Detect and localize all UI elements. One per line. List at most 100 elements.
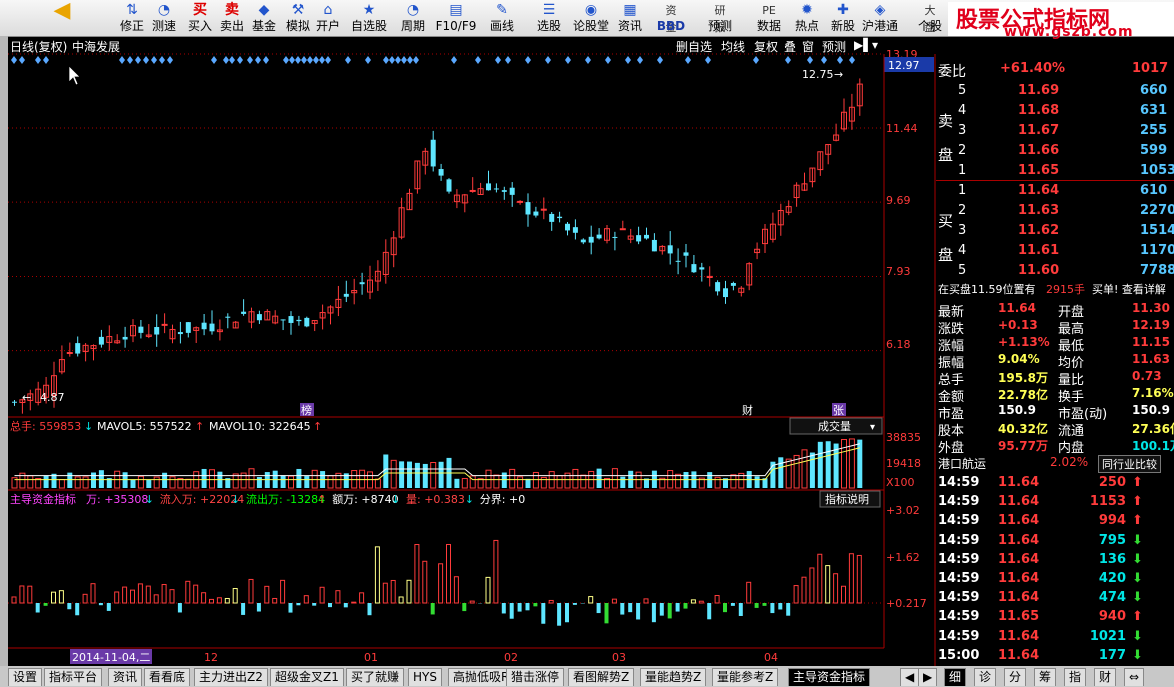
detail-tab[interactable]: 指 <box>1064 668 1087 686</box>
chevron-down-icon[interactable]: ▾ <box>870 422 875 433</box>
indicator-tab[interactable]: 猎击涨停 <box>506 668 565 686</box>
toolbar-button-1[interactable]: ⇅ 修正 <box>118 0 146 36</box>
toolbar-button-13[interactable]: ◉ 论股堂 <box>572 0 610 36</box>
toolbar-button-6[interactable]: ⚒ 模拟 <box>284 0 312 36</box>
toolbar-button-16[interactable]: 研报 预测 <box>700 0 740 36</box>
toolbar-button-10[interactable]: ▤ F10/F9 <box>434 0 478 36</box>
event-marker[interactable]: 榜 <box>301 403 312 417</box>
notice-link[interactable]: 买单! 查看详解 <box>1092 281 1166 297</box>
ask-row[interactable]: 5 11.69 660 <box>936 82 1174 101</box>
expand-icon[interactable]: ⇔ <box>1124 668 1145 686</box>
toolbar-button-21[interactable]: 大盘 个股 <box>914 0 946 36</box>
signal-diamond <box>313 56 319 64</box>
ask-level: 4 <box>958 103 967 118</box>
detail-tab[interactable]: 分 <box>1004 668 1027 686</box>
detail-tab[interactable]: 筹 <box>1034 668 1057 686</box>
toolbar-button-9[interactable]: ◔ 周期 <box>396 0 430 36</box>
toolbar-button-11[interactable]: ✎ 画线 <box>484 0 520 36</box>
large-order-notice[interactable]: 在买盘11.59位置有 2915手 买单! 查看详解 <box>936 280 1174 299</box>
indicator-tab[interactable]: 资讯 <box>108 668 143 686</box>
toolbar-button-12[interactable]: ☰ 选股 <box>534 0 564 36</box>
toolbar-button-14[interactable]: ▦ 资讯 <box>616 0 644 36</box>
detail-tab[interactable]: 财 <box>1094 668 1117 686</box>
ask-row[interactable]: 1 11.65 1053 <box>936 162 1174 181</box>
toolbar-button-label: 开户 <box>315 19 340 33</box>
indicator-tab[interactable]: 买了就赚 <box>346 668 405 686</box>
tick-row: 14:59 11.64 1021 ⬇ <box>936 628 1174 647</box>
bid-price: 11.60 <box>1018 263 1060 278</box>
toolbar-button-5[interactable]: ◆ 基金 <box>250 0 278 36</box>
tab-scroll-right-icon[interactable]: ▶ <box>918 668 938 686</box>
clock-icon: ◔ <box>406 2 420 18</box>
toolbar-button-15[interactable]: 资金 BBD <box>650 0 692 36</box>
candle-body-down <box>525 202 531 215</box>
indicator-tab[interactable]: 主力进出Z2 <box>194 668 268 686</box>
indicator-bar <box>723 603 727 613</box>
indicator-tab[interactable]: 看看底 <box>144 668 191 686</box>
candle-body-down <box>501 190 507 192</box>
indicator-tab[interactable]: 看图解势Z <box>568 668 635 686</box>
toolbar-button-19[interactable]: ✚ 新股 <box>826 0 860 36</box>
ask-row[interactable]: 3 11.67 255 <box>936 122 1174 141</box>
bid-row[interactable]: 5 11.60 7788 <box>936 262 1174 281</box>
signal-diamond <box>319 56 325 64</box>
indicator-tab[interactable]: 量能趋势Z <box>640 668 707 686</box>
indicator-bar <box>98 603 103 606</box>
toolbar-button-7[interactable]: ⌂ 开户 <box>314 0 342 36</box>
indicator-bar <box>232 588 238 604</box>
signal-diamond <box>263 56 269 64</box>
indicator-tab[interactable]: 量能参考Z <box>712 668 779 686</box>
candle-body-down <box>667 245 673 254</box>
toolbar-button-2[interactable]: ◔ 测速 <box>150 0 178 36</box>
kline-chart-area[interactable]: 13.19 11.44 9.69 7.93 6.18 12.97 12.75 →… <box>0 36 936 666</box>
detail-tab[interactable]: 诊 <box>974 668 997 686</box>
indicator-tab[interactable]: 超级金叉Z1 <box>270 668 344 686</box>
stat-value: 150.9 <box>998 403 1036 417</box>
volume-bar <box>74 476 81 489</box>
bid-row[interactable]: 3 11.62 1514 <box>936 222 1174 241</box>
indicator-bar <box>390 579 396 604</box>
month-label: 01 <box>364 651 378 664</box>
detail-tab[interactable]: 细 <box>944 668 967 686</box>
candlestick-series[interactable] <box>12 78 863 414</box>
event-marker[interactable]: 财 <box>742 403 753 417</box>
indicator-bar <box>746 581 752 604</box>
toolbar-button-4[interactable]: 卖卖出 <box>218 0 246 36</box>
sector-compare-button[interactable]: 同行业比较 <box>1098 455 1161 473</box>
toolbar-button-0[interactable]: ◀ <box>50 0 74 36</box>
indicator-tab[interactable]: HYS <box>408 668 442 686</box>
toolbar-button-18[interactable]: ✹ 热点 <box>790 0 824 36</box>
indicator-bar <box>185 580 191 604</box>
tick-volume: 795 <box>1098 532 1126 548</box>
stat-value: 150.9 <box>1132 403 1170 417</box>
indicator-tab[interactable]: 设置 <box>8 668 43 686</box>
tick-price: 11.64 <box>998 494 1040 510</box>
stat-value: 40.32亿 <box>998 422 1048 436</box>
toolbar-button-label: 预测 <box>707 19 732 33</box>
tab-scroll-left-icon[interactable]: ◀ <box>900 668 920 686</box>
toolbar-button-17[interactable]: PE 数据 <box>752 0 786 36</box>
tick-row: 15:00 11.64 177 ⬇ <box>936 647 1174 666</box>
candle-body-down <box>509 187 515 195</box>
bid-row[interactable]: 2 11.63 2270 <box>936 202 1174 221</box>
bid-row[interactable]: 1 11.64 610 <box>936 182 1174 201</box>
indicator-tab[interactable]: 主导资金指标 <box>788 668 871 686</box>
candle-body-up <box>469 189 476 192</box>
up-arrow-icon: ⬆ <box>1132 513 1143 529</box>
indicator-tab[interactable]: 指标平台 <box>44 668 103 686</box>
ask-row[interactable]: 2 11.66 599 <box>936 142 1174 161</box>
event-marker[interactable]: 张 <box>833 404 844 417</box>
ask-level: 2 <box>958 143 967 158</box>
toolbar-button-label: 论股堂 <box>572 19 609 33</box>
toolbar-button-20[interactable]: ◈ 沪港通 <box>860 0 900 36</box>
indicator-bar <box>216 597 222 604</box>
bid-row[interactable]: 4 11.61 1170 <box>936 242 1174 261</box>
signal-diamond <box>167 56 173 64</box>
hammer-icon: ⚒ <box>291 2 305 18</box>
ask-row[interactable]: 4 11.68 631 <box>936 102 1174 121</box>
candle-body-up <box>517 200 524 203</box>
tick-price: 11.64 <box>998 513 1040 529</box>
indicator-bar <box>382 582 388 604</box>
toolbar-button-3[interactable]: 买买入 <box>186 0 214 36</box>
toolbar-button-8[interactable]: ★ 自选股 <box>350 0 388 36</box>
